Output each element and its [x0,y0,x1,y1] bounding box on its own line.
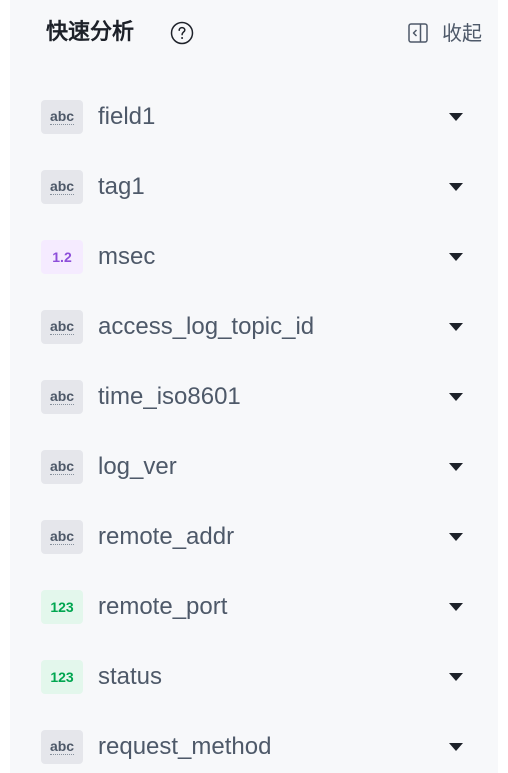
field-list: abc field1 abc tag1 1.2 msec abc access_log_top… [10,82,498,773]
field-type-badge: abc [41,310,83,344]
field-name: status [98,663,163,690]
caret-down-icon[interactable] [449,603,463,612]
panel-header: 快速分析 收起 [10,0,498,70]
caret-down-icon[interactable] [449,253,463,262]
field-row-field1[interactable]: abc field1 [10,82,498,152]
field-type-badge: abc [41,380,83,414]
field-type-label: 1.2 [52,249,72,265]
field-name: field1 [98,103,156,130]
field-type-label: abc [49,458,75,475]
caret-down-icon[interactable] [449,673,463,682]
field-name: remote_addr [98,523,235,550]
caret-down-icon[interactable] [449,323,463,332]
field-name: msec [98,243,156,270]
field-row-remote-addr[interactable]: abc remote_addr [10,502,498,572]
field-name: tag1 [98,173,145,200]
field-type-badge: 1.2 [41,240,83,274]
field-type-label: 123 [50,669,74,685]
quick-analysis-panel: 快速分析 收起 abc field1 abc tag1 1.2 msec abc access… [10,0,498,773]
help-circle-icon[interactable] [170,21,194,45]
field-type-badge: abc [41,450,83,484]
field-name: remote_port [98,593,228,620]
caret-down-icon[interactable] [449,113,463,122]
field-type-badge: abc [41,730,83,764]
field-type-badge: 123 [41,660,83,694]
field-type-badge: 123 [41,590,83,624]
field-row-msec[interactable]: 1.2 msec [10,222,498,292]
field-row-tag1[interactable]: abc tag1 [10,152,498,222]
field-type-label: abc [49,318,75,335]
field-row-time-iso8601[interactable]: abc time_iso8601 [10,362,498,432]
field-name: request_method [98,733,272,760]
field-row-request-method[interactable]: abc request_method [10,712,498,773]
field-type-label: abc [49,178,75,195]
field-name: log_ver [98,453,177,480]
field-row-remote-port[interactable]: 123 remote_port [10,572,498,642]
field-type-label: abc [49,108,75,125]
caret-down-icon[interactable] [449,393,463,402]
caret-down-icon[interactable] [449,533,463,542]
field-type-label: 123 [50,599,74,615]
collapse-button[interactable]: 收起 [408,20,482,46]
field-row-access-log-topic-id[interactable]: abc access_log_topic_id [10,292,498,362]
field-name: time_iso8601 [98,383,241,410]
field-type-badge: abc [41,170,83,204]
caret-down-icon[interactable] [449,183,463,192]
field-type-label: abc [49,388,75,405]
field-type-badge: abc [41,100,83,134]
field-type-label: abc [49,528,75,545]
caret-down-icon[interactable] [449,463,463,472]
collapse-label: 收起 [442,21,482,45]
caret-down-icon[interactable] [449,743,463,752]
field-row-status[interactable]: 123 status [10,642,498,712]
field-type-badge: abc [41,520,83,554]
field-name: access_log_topic_id [98,313,315,340]
field-row-log-ver[interactable]: abc log_ver [10,432,498,502]
field-type-label: abc [49,738,75,755]
panel-title: 快速分析 [46,20,135,45]
collapse-panel-icon [408,23,428,43]
